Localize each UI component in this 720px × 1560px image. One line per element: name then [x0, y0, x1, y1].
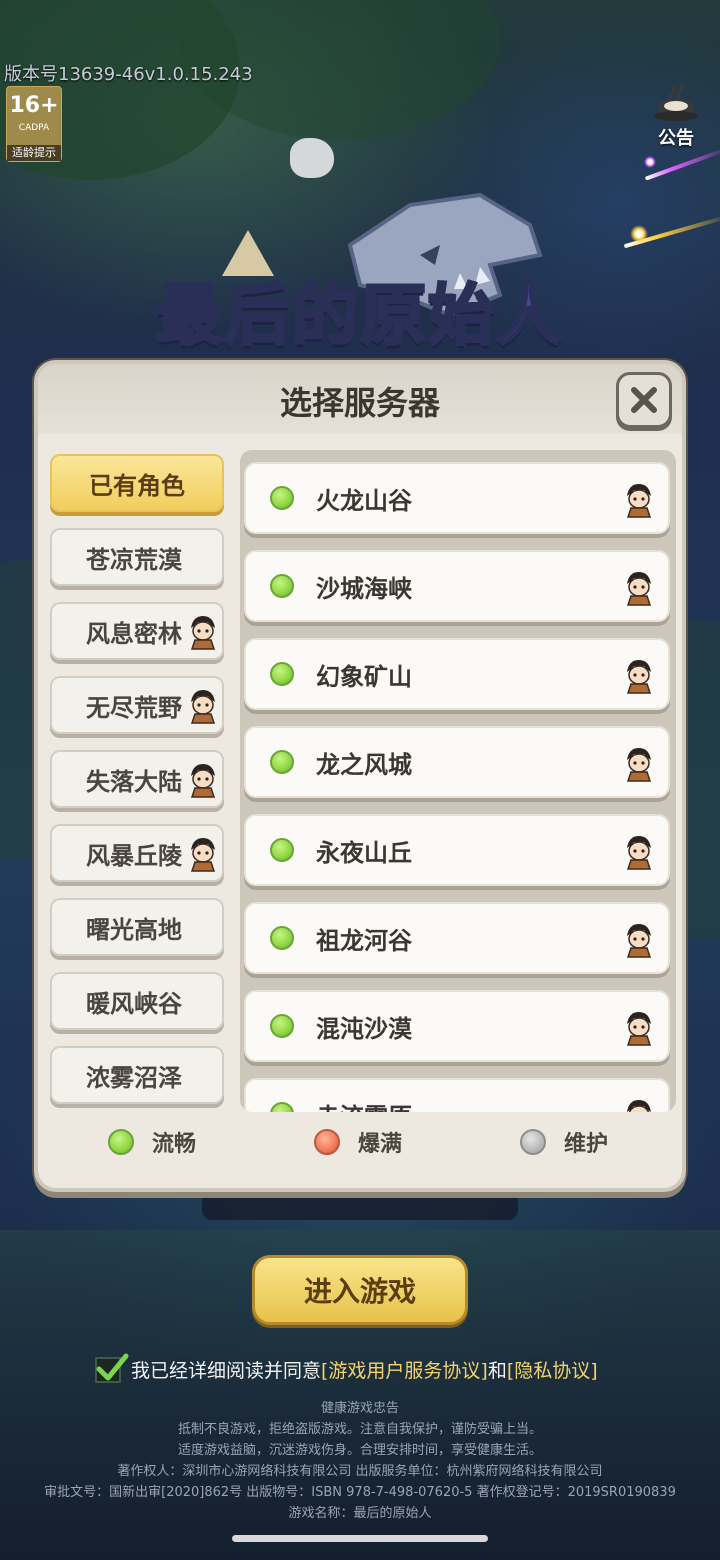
smoke-rock-decoration	[290, 138, 334, 178]
server-select-dialog: 选择服务器 已有角色 苍凉荒漠 风息密林 无尽荒野 失落大陆 风暴丘陵 曙光高地…	[34, 360, 686, 1192]
health-notice-footer: 健康游戏忠告 抵制不良游戏，拒绝盗版游戏。注意自我保护，谨防受骗上当。 适度游戏…	[0, 1398, 720, 1524]
game-logo: 最后的原始人	[155, 276, 564, 356]
server-list[interactable]: 火龙山谷 沙城海峡 幻象矿山 龙之风城 永夜山丘 祖龙河谷 混沌沙漠	[240, 450, 676, 1112]
region-tab-label: 已有角色	[89, 471, 185, 500]
character-avatar-icon	[626, 836, 652, 870]
character-avatar-icon	[626, 924, 652, 958]
checkmark-icon	[96, 1353, 129, 1380]
region-tab-label: 苍凉荒漠	[86, 545, 182, 574]
server-item[interactable]: 火龙山谷	[244, 462, 670, 534]
legend-label: 维护	[564, 1132, 609, 1157]
region-tab-list: 已有角色 苍凉荒漠 风息密林 无尽荒野 失落大陆 风暴丘陵 曙光高地 暖风峡谷 …	[50, 454, 226, 1120]
region-tab[interactable]: 风暴丘陵	[50, 824, 224, 882]
status-smooth-dot	[270, 926, 294, 950]
region-tab-label: 风暴丘陵	[86, 841, 182, 870]
region-tab-label: 曙光高地	[86, 915, 182, 944]
status-smooth-dot	[270, 574, 294, 598]
age-tip-label: 适龄提示	[7, 145, 61, 161]
region-tab[interactable]: 苍凉荒漠	[50, 528, 224, 586]
legend-item-maintenance: 维护	[520, 1126, 608, 1158]
meteor-spark	[644, 156, 656, 168]
legend-label: 爆满	[358, 1132, 403, 1157]
footer-line: 著作权人：深圳市心游网络科技有限公司 出版服务单位：杭州紫府网络科技有限公司	[117, 1464, 603, 1479]
character-avatar-icon	[626, 660, 652, 694]
server-item[interactable]: 龙之风城	[244, 726, 670, 798]
agreement-checkbox[interactable]	[95, 1353, 129, 1383]
server-item[interactable]: 永夜山丘	[244, 814, 670, 886]
server-name: 火龙山谷	[316, 486, 412, 515]
close-icon	[631, 387, 657, 413]
character-avatar-icon	[190, 838, 216, 872]
region-tab-label: 风息密林	[86, 619, 182, 648]
footer-line: 抵制不良游戏，拒绝盗版游戏。注意自我保护，谨防受骗上当。	[177, 1422, 542, 1437]
age-rating: 16+	[9, 93, 59, 118]
character-avatar-icon	[190, 690, 216, 724]
server-item[interactable]: 混沌沙漠	[244, 990, 670, 1062]
footer-line: 游戏名称：最后的原始人	[288, 1506, 432, 1521]
agreement-and: 和	[487, 1360, 507, 1382]
server-name: 幻象矿山	[316, 662, 412, 691]
status-smooth-dot	[108, 1129, 134, 1155]
region-tab[interactable]: 无尽荒野	[50, 676, 224, 734]
status-smooth-dot	[270, 662, 294, 686]
server-name: 混沌沙漠	[316, 1014, 412, 1043]
region-tab-existing-roles[interactable]: 已有角色	[50, 454, 224, 512]
legend-item-full: 爆满	[314, 1126, 402, 1158]
character-avatar-icon	[626, 1012, 652, 1046]
status-smooth-dot	[270, 486, 294, 510]
legend-item-smooth: 流畅	[108, 1126, 196, 1158]
status-smooth-dot	[270, 1014, 294, 1038]
region-tab[interactable]: 暖风峡谷	[50, 972, 224, 1030]
user-agreement-link[interactable]: [游戏用户服务协议]	[321, 1360, 488, 1382]
character-avatar-icon	[190, 764, 216, 798]
rating-org: CADPA	[18, 123, 50, 133]
status-full-dot	[314, 1129, 340, 1155]
meteor-spark	[630, 225, 648, 243]
status-smooth-dot	[270, 838, 294, 862]
region-tab[interactable]: 曙光高地	[50, 898, 224, 956]
server-name: 沙城海峡	[316, 574, 412, 603]
legend-label: 流畅	[152, 1132, 197, 1157]
notice-button[interactable]: 公告	[640, 82, 712, 154]
status-legend: 流畅 爆满 维护	[38, 1126, 682, 1166]
footer-line: 适度游戏益脑，沉迷游戏伤身。合理安排时间，享受健康生活。	[177, 1443, 542, 1458]
privacy-agreement-link[interactable]: [隐私协议]	[507, 1360, 598, 1382]
server-item[interactable]: 祖龙河谷	[244, 902, 670, 974]
region-tab-label: 失落大陆	[86, 767, 182, 796]
server-item[interactable]: 赤流霜原	[244, 1078, 670, 1112]
region-tab-label: 浓雾沼泽	[86, 1063, 182, 1092]
region-tab[interactable]: 失落大陆	[50, 750, 224, 808]
footer-line: 健康游戏忠告	[320, 1401, 399, 1416]
coffee-cup-icon	[654, 82, 698, 121]
footer-line: 审批文号：国新出审[2020]862号 出版物号：ISBN 978-7-498-…	[44, 1485, 676, 1500]
server-name: 赤流霜原	[316, 1097, 412, 1113]
dialog-title: 选择服务器	[279, 384, 440, 422]
agreement-prefix: 我已经详细阅读并同意	[131, 1360, 322, 1382]
notice-label: 公告	[658, 128, 694, 149]
region-tab[interactable]: 风息密林	[50, 602, 224, 660]
agreement-row: 我已经详细阅读并同意[游戏用户服务协议]和[隐私协议]	[95, 1353, 598, 1383]
character-avatar-icon	[626, 484, 652, 518]
server-item[interactable]: 沙城海峡	[244, 550, 670, 622]
status-maintenance-dot	[520, 1129, 546, 1155]
status-smooth-dot	[270, 1102, 294, 1112]
region-tab[interactable]: 浓雾沼泽	[50, 1046, 224, 1104]
character-avatar-icon	[626, 748, 652, 782]
home-indicator[interactable]	[232, 1535, 488, 1542]
server-name: 龙之风城	[316, 750, 412, 779]
age-rating-badge[interactable]: 16+ CADPA 适龄提示	[6, 86, 62, 162]
region-tab-label: 暖风峡谷	[86, 989, 182, 1018]
server-name: 祖龙河谷	[316, 926, 412, 955]
server-item[interactable]: 幻象矿山	[244, 638, 670, 710]
server-name: 永夜山丘	[316, 838, 412, 867]
close-button[interactable]	[616, 372, 672, 428]
version-label: 版本号13639-46v1.0.15.243	[4, 64, 253, 85]
character-avatar-icon	[626, 572, 652, 606]
character-avatar-icon	[190, 616, 216, 650]
character-avatar-icon	[627, 1100, 651, 1112]
region-tab-label: 无尽荒野	[86, 693, 182, 722]
status-smooth-dot	[270, 750, 294, 774]
enter-game-button[interactable]: 进入游戏	[252, 1255, 468, 1325]
